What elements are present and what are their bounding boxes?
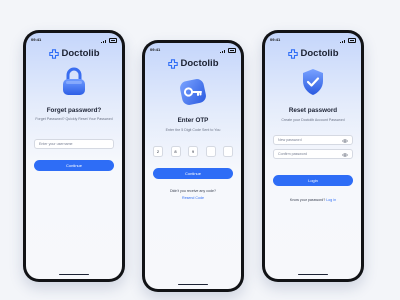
new-password-input[interactable]: New password xyxy=(273,135,353,145)
signal-battery-icon xyxy=(101,38,117,43)
eye-icon[interactable] xyxy=(342,153,348,157)
otp-digit-2[interactable]: 8 xyxy=(170,146,181,157)
page-title: Forget password? xyxy=(46,107,102,114)
resend-code-link[interactable]: Resend Code xyxy=(145,196,241,200)
confirm-password-placeholder: Confirm password xyxy=(278,152,307,156)
status-time: 09:41 xyxy=(270,37,281,42)
brand-name: Doctolib xyxy=(300,48,339,59)
status-time: 09:41 xyxy=(150,47,161,52)
screen-forgot-password: 09:41 Doctolib Forget password? Forget P… xyxy=(26,33,122,279)
page-title: Reset password xyxy=(288,107,338,114)
screen-enter-otp: 09:41 Doctolib Enter OTP Enter the 5 Dig… xyxy=(145,43,241,289)
brand-header: Doctolib xyxy=(145,58,241,69)
brand-name: Doctolib xyxy=(180,58,219,69)
key-icon xyxy=(180,79,206,105)
status-time: 09:41 xyxy=(31,37,42,42)
new-password-placeholder: New password xyxy=(278,138,302,142)
home-indicator xyxy=(178,283,208,285)
continue-button[interactable]: Continue xyxy=(34,160,114,171)
phone-reset-password: 09:41 Doctolib Reset password Create you… xyxy=(262,30,364,282)
signal-battery-icon xyxy=(340,38,356,43)
status-bar: 09:41 xyxy=(31,37,117,43)
remember-prompt: Know your password? xyxy=(289,198,326,202)
brand-header: Doctolib xyxy=(265,48,361,59)
otp-digit-3[interactable]: 9 xyxy=(188,146,198,157)
confirm-password-input[interactable]: Confirm password xyxy=(273,149,353,159)
login-button[interactable]: Login xyxy=(273,175,353,186)
login-link[interactable]: Log in xyxy=(326,198,336,202)
signal-battery-icon xyxy=(220,48,236,53)
remember-password-row: Know your password? Log in xyxy=(265,198,361,202)
home-indicator xyxy=(59,273,89,275)
continue-button[interactable]: Continue xyxy=(153,168,233,179)
username-input[interactable]: Enter your username xyxy=(34,139,114,149)
otp-digit-4[interactable] xyxy=(205,146,216,157)
home-indicator xyxy=(298,273,328,275)
page-title: Enter OTP xyxy=(177,117,209,124)
page-subtitle: Enter the 5 Digit Code Sent to You xyxy=(165,128,221,132)
doctolib-logo-icon xyxy=(167,58,178,69)
resend-prompt: Didn't you receive any code? xyxy=(169,189,217,193)
brand-name: Doctolib xyxy=(61,48,100,59)
otp-digit-1[interactable]: 2 xyxy=(153,146,163,157)
lock-icon xyxy=(63,67,85,95)
phone-enter-otp: 09:41 Doctolib Enter OTP Enter the 5 Dig… xyxy=(142,40,244,292)
status-bar: 09:41 xyxy=(150,47,236,53)
eye-icon[interactable] xyxy=(342,139,348,143)
doctolib-logo-icon xyxy=(48,48,59,59)
screen-reset-password: 09:41 Doctolib Reset password Create you… xyxy=(265,33,361,279)
shield-check-icon xyxy=(303,69,323,95)
brand-header: Doctolib xyxy=(26,48,122,59)
phone-forgot-password: 09:41 Doctolib Forget password? Forget P… xyxy=(23,30,125,282)
status-bar: 09:41 xyxy=(270,37,356,43)
otp-input-group: 2 8 9 xyxy=(153,146,233,157)
page-subtitle: Forget Password? Quickly Reset Your Pass… xyxy=(35,117,113,121)
username-placeholder: Enter your username xyxy=(39,142,73,146)
doctolib-logo-icon xyxy=(287,48,298,59)
page-subtitle: Create your Doctolib Account Password xyxy=(281,118,345,122)
otp-digit-5[interactable] xyxy=(223,146,233,157)
